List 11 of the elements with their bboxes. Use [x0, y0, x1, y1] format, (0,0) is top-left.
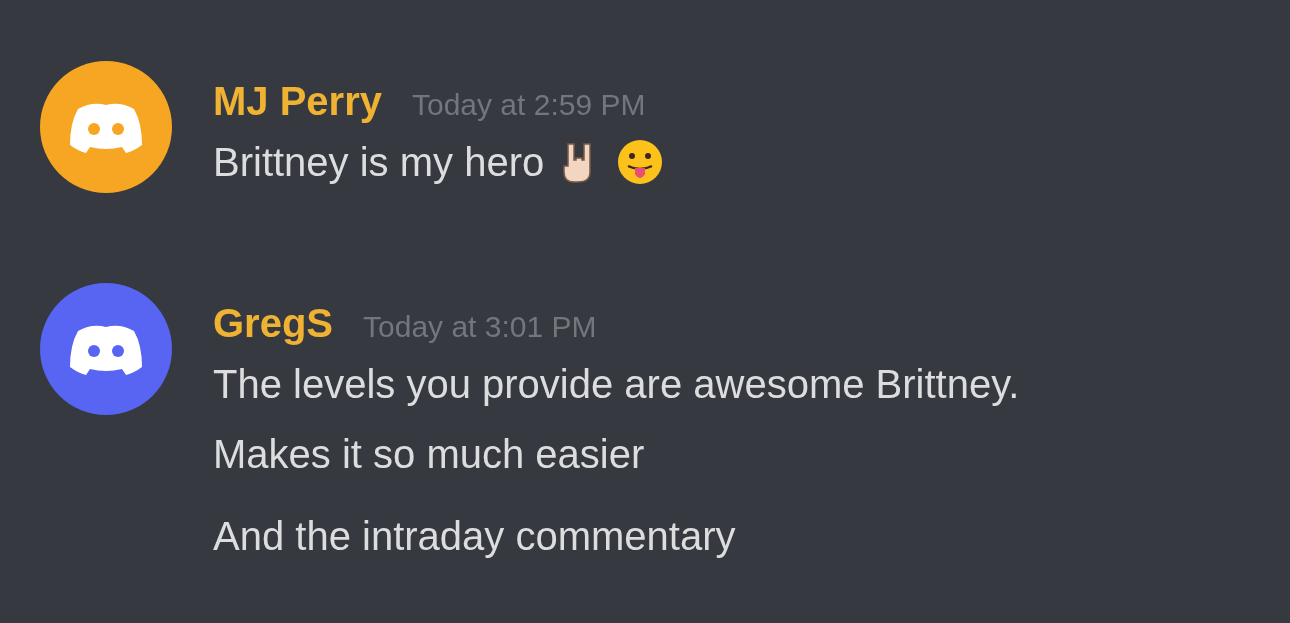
author-name[interactable]: GregS — [213, 293, 334, 353]
timestamp: Today at 3:01 PM — [363, 309, 597, 345]
message-text: And the intraday commentary — [213, 513, 736, 560]
message-text: The levels you provide are awesome Brittney. — [213, 361, 1020, 408]
tongue-face-icon — [616, 138, 665, 186]
author-name[interactable]: MJ Perry — [213, 71, 382, 131]
timestamp: Today at 2:59 PM — [412, 87, 646, 123]
avatar-icon[interactable] — [40, 283, 172, 415]
avatar-icon[interactable] — [40, 61, 172, 193]
message-text: Makes it so much easier — [213, 431, 645, 478]
message-text: Brittney is my hero — [213, 139, 545, 186]
